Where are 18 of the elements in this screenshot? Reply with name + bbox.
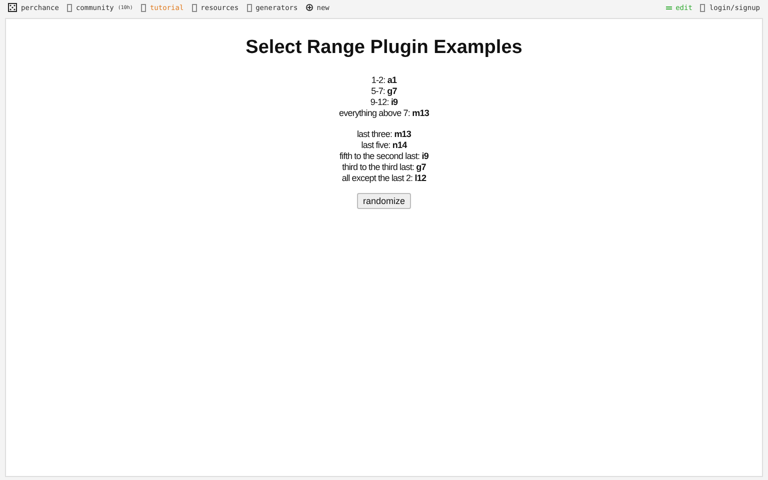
result-line: last five: n14 — [361, 140, 407, 151]
randomize-button[interactable]: randomize — [356, 193, 412, 209]
page-title: Select Range Plugin Examples — [246, 37, 522, 59]
missing-glyph-icon — [140, 4, 146, 12]
result-line: everything above 7: m13 — [339, 108, 429, 119]
missing-glyph-icon — [66, 4, 72, 12]
dice-icon — [8, 3, 17, 12]
result-line: fifth to the second last: i9 — [340, 151, 428, 162]
result-line: third to the third last: g7 — [342, 162, 426, 173]
result-line: last three: m13 — [356, 129, 412, 140]
missing-glyph-icon — [700, 4, 706, 12]
missing-glyph-icon — [246, 4, 252, 12]
missing-glyph-icon — [192, 4, 197, 12]
result-line: 1-2: a1 — [371, 75, 397, 86]
plus-circle-icon — [306, 4, 313, 11]
result-line: all except the last 2: l12 — [342, 173, 426, 184]
result-line: 5-7: g7 — [371, 86, 397, 97]
result-line: 9-12: i9 — [370, 97, 398, 108]
